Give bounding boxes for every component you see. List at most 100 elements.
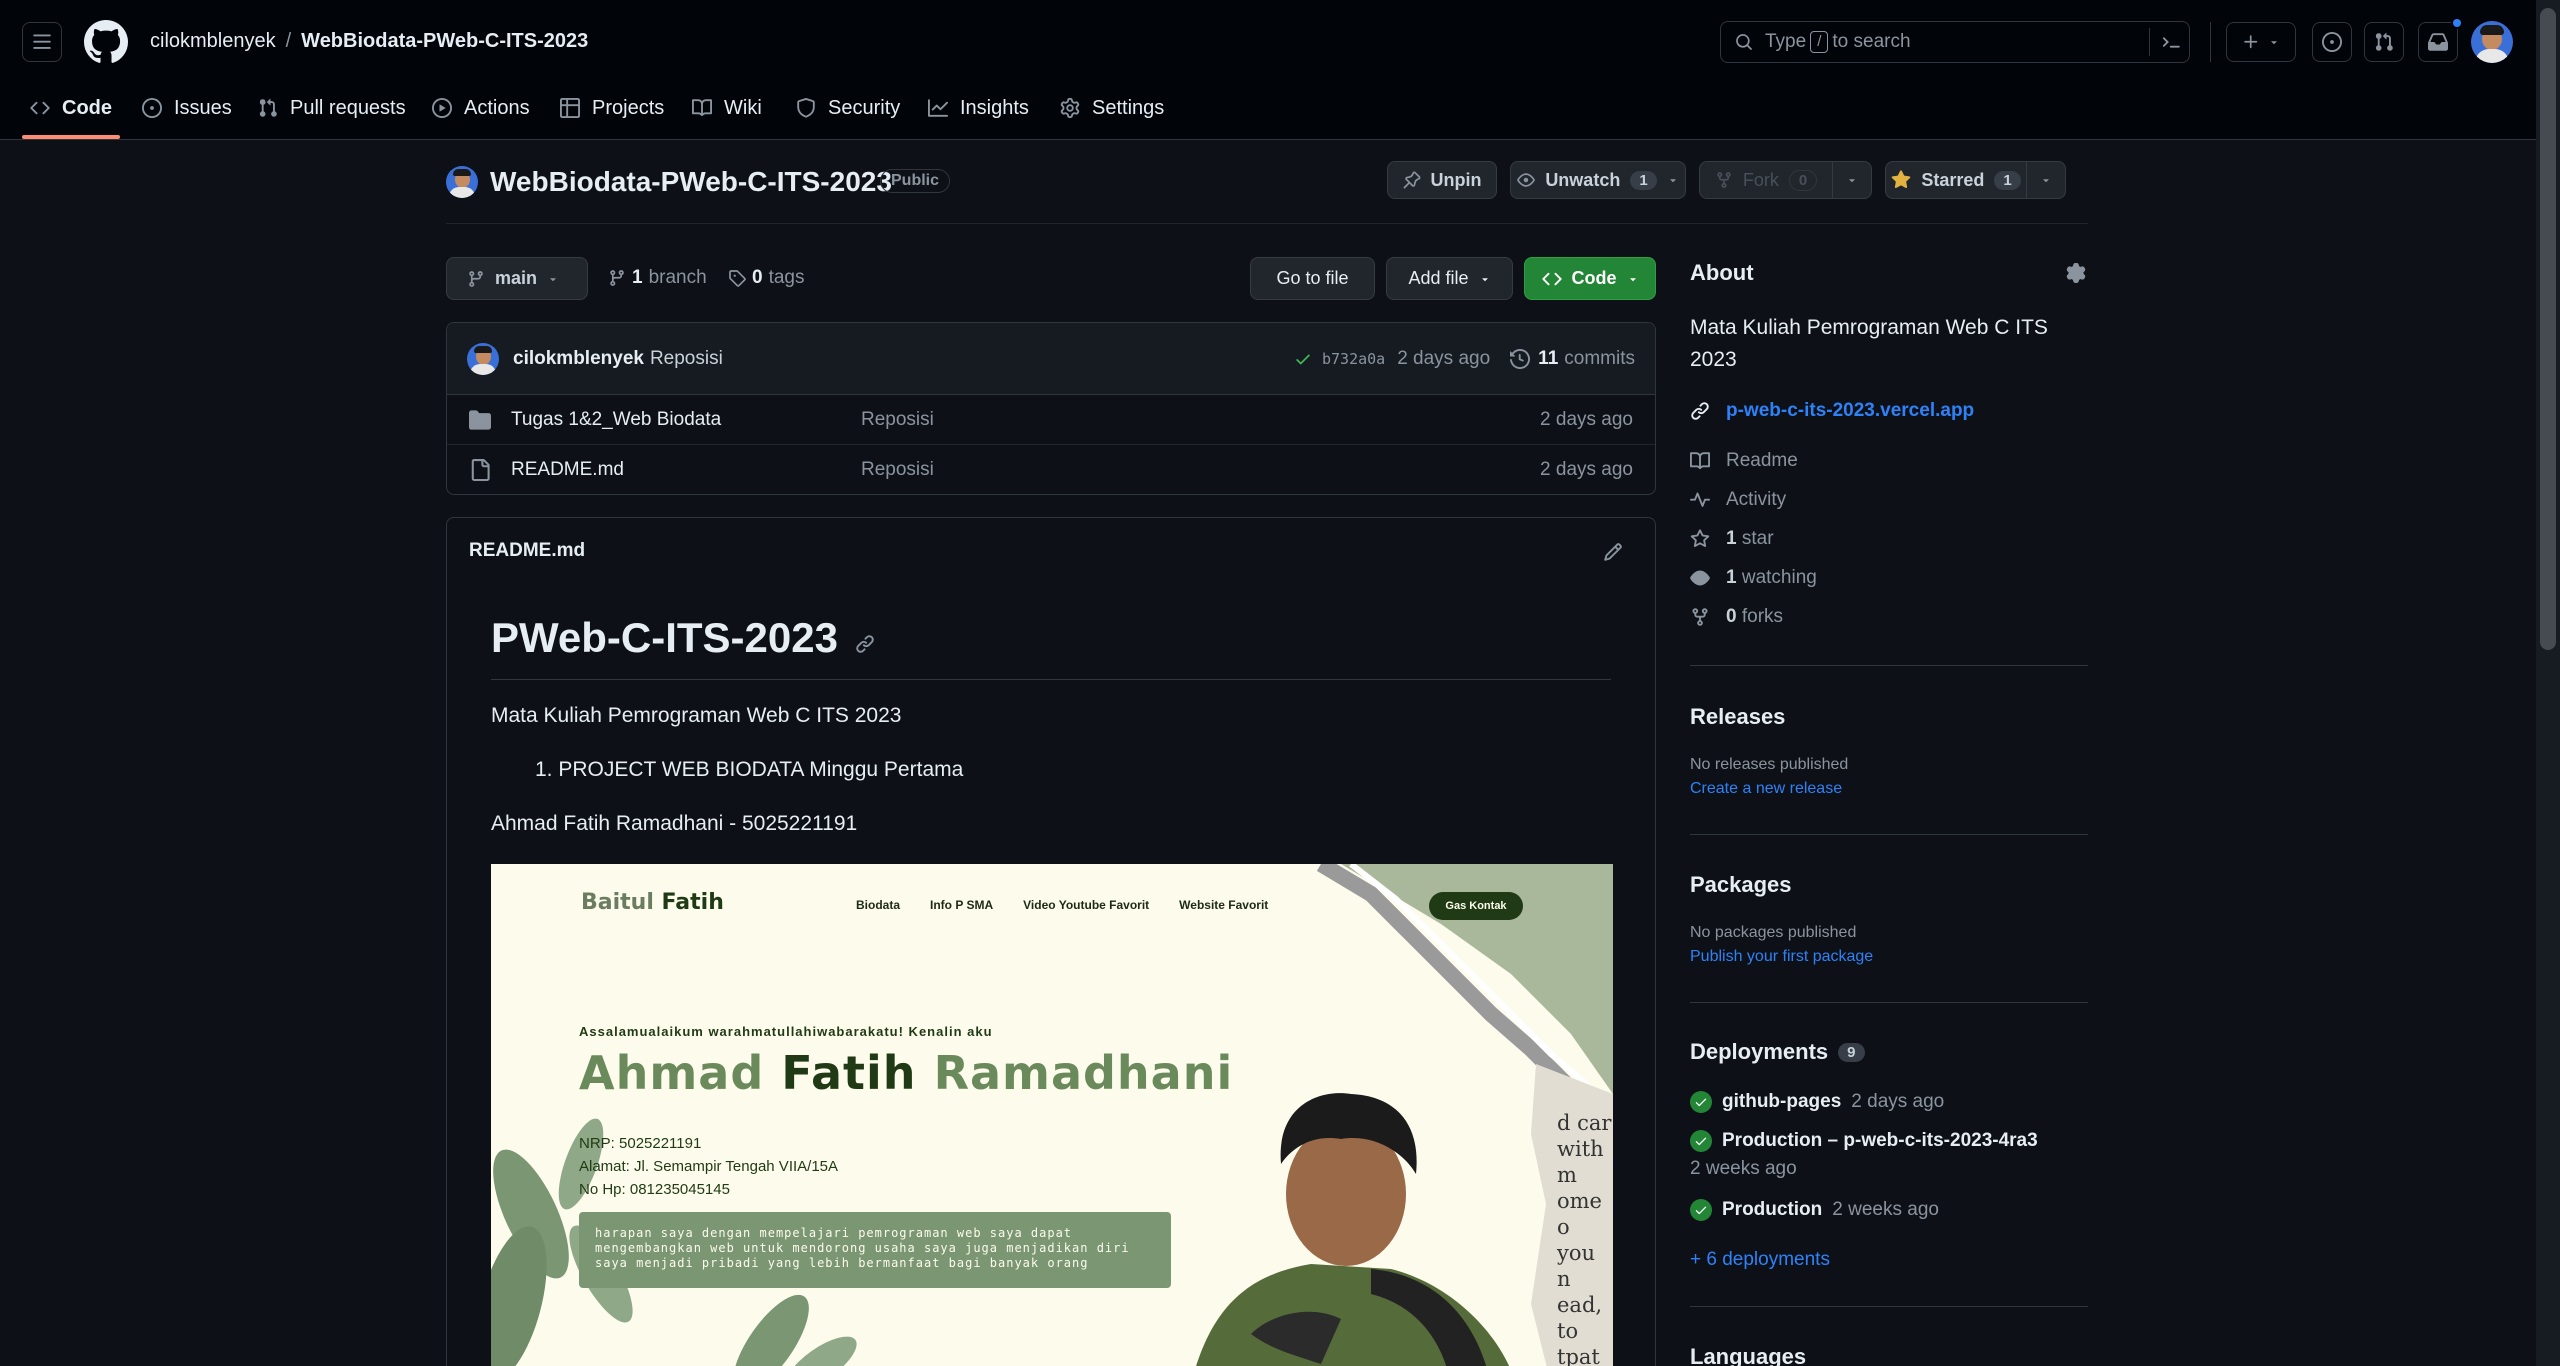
readme-link[interactable]: Readme <box>1690 450 1798 472</box>
tab-issues-label: Issues <box>174 96 232 119</box>
commit-sha[interactable]: b732a0a <box>1322 350 1385 368</box>
anchor-link-icon[interactable] <box>855 634 875 654</box>
tab-wiki-label: Wiki <box>724 96 762 119</box>
search-divider <box>2149 28 2150 56</box>
branches-link[interactable]: 1 branch <box>608 267 707 289</box>
tab-wiki[interactable]: Wiki <box>692 88 762 128</box>
commit-message[interactable]: Reposisi <box>650 348 723 370</box>
tags-link[interactable]: 0 tags <box>728 267 805 289</box>
breadcrumb-separator: / <box>285 30 292 52</box>
fork-button[interactable]: Fork 0 <box>1699 161 1833 199</box>
watchers-link[interactable]: 1 watching <box>1690 567 1817 589</box>
pull-requests-button[interactable] <box>2364 22 2404 62</box>
readme-title: PWeb-C-ITS-2023 <box>491 614 838 661</box>
tab-actions[interactable]: Actions <box>432 88 530 128</box>
deployments-header[interactable]: Deployments 9 <box>1690 1039 1865 1065</box>
releases-heading[interactable]: Releases <box>1690 704 1785 730</box>
avatar[interactable] <box>467 342 499 375</box>
deployment-item[interactable]: Production – p-web-c-its-2023-4ra3 2 wee… <box>1690 1130 2038 1180</box>
preview-brand-b: Fatih <box>661 890 724 915</box>
file-commit-message[interactable]: Reposisi <box>861 459 1540 481</box>
tab-insights-label: Insights <box>960 96 1029 119</box>
activity-link[interactable]: Activity <box>1690 489 1786 511</box>
file-name[interactable]: Tugas 1&2_Web Biodata <box>511 409 861 431</box>
create-new-button[interactable] <box>2226 22 2296 62</box>
sidebar-divider <box>1690 1002 2088 1003</box>
sidebar-divider <box>1690 1306 2088 1307</box>
forks-link[interactable]: 0 forks <box>1690 606 1783 628</box>
more-deployments-link[interactable]: + 6 deployments <box>1690 1249 1830 1271</box>
file-list: cilokmblenyek Reposisi b732a0a 2 days ag… <box>446 322 1656 495</box>
tab-settings[interactable]: Settings <box>1060 88 1164 128</box>
tab-security-label: Security <box>828 96 901 119</box>
go-to-file-button[interactable]: Go to file <box>1250 257 1375 300</box>
gear-icon <box>1060 98 1080 118</box>
gear-icon[interactable] <box>2066 263 2086 283</box>
readme-filename[interactable]: README.md <box>469 540 585 562</box>
command-palette-icon[interactable] <box>2161 32 2181 52</box>
table-row[interactable]: README.md Reposisi 2 days ago <box>447 445 1655 495</box>
packages-heading[interactable]: Packages <box>1690 872 1792 898</box>
deployment-time: 2 weeks ago <box>1690 1158 1797 1179</box>
preview-alamat: Alamat: Jl. Semampir Tengah VIIA/15A <box>579 1158 839 1175</box>
triangle-down-icon <box>1481 277 1488 281</box>
branch-select-button[interactable]: main <box>446 257 588 300</box>
create-release-link[interactable]: Create a new release <box>1690 780 1842 798</box>
search-input[interactable]: Type / to search <box>1720 21 2190 63</box>
check-icon[interactable] <box>1294 350 1312 368</box>
triangle-down-icon <box>2043 179 2049 183</box>
file-commit-message[interactable]: Reposisi <box>861 409 1540 431</box>
menu-button[interactable] <box>22 22 62 62</box>
tag-icon <box>729 270 746 287</box>
triangle-down-icon <box>550 277 556 281</box>
link-icon <box>1691 402 1709 420</box>
file-name[interactable]: README.md <box>511 459 861 481</box>
repo-owner-avatar[interactable] <box>446 166 478 198</box>
tab-security[interactable]: Security <box>796 88 900 128</box>
table-row[interactable]: Tugas 1&2_Web Biodata Reposisi 2 days ag… <box>447 395 1655 445</box>
scrollbar-thumb[interactable] <box>2540 8 2556 650</box>
tab-projects[interactable]: Projects <box>560 88 664 128</box>
commits-label[interactable]: commits <box>1564 348 1635 370</box>
stars-label: star <box>1741 528 1774 549</box>
tab-insights[interactable]: Insights <box>928 88 1029 128</box>
code-dropdown-button[interactable]: Code <box>1524 257 1656 300</box>
starred-button[interactable]: Starred 1 <box>1885 161 2027 199</box>
github-logo-icon[interactable] <box>84 20 128 64</box>
stars-link[interactable]: 1 star <box>1690 528 1774 550</box>
owner-link[interactable]: cilokmblenyek <box>150 30 276 53</box>
repo-title[interactable]: WebBiodata-PWeb-C-ITS-2023 <box>490 166 892 198</box>
check-circle-icon <box>1690 1091 1712 1113</box>
issue-opened-icon <box>2322 32 2342 52</box>
commits-count[interactable]: 11 <box>1538 348 1558 370</box>
deployment-name: github-pages <box>1722 1091 1842 1112</box>
tab-actions-label: Actions <box>464 96 530 119</box>
deployment-item[interactable]: Production 2 weeks ago <box>1690 1199 1939 1221</box>
unpin-label: Unpin <box>1430 169 1482 190</box>
avatar[interactable] <box>2471 21 2513 63</box>
unwatch-button[interactable]: Unwatch 1 <box>1510 161 1686 199</box>
history-icon <box>1510 348 1531 369</box>
check-circle-icon <box>1690 1199 1712 1221</box>
star-list-dropdown-button[interactable] <box>2026 161 2066 199</box>
issues-button[interactable] <box>2312 22 2352 62</box>
stars-count: 1 <box>1726 528 1737 549</box>
fork-label: Fork <box>1742 169 1779 190</box>
website-link[interactable]: p-web-c-its-2023.vercel.app <box>1690 400 1974 422</box>
tab-code[interactable]: Code <box>30 88 112 128</box>
tab-pull-requests[interactable]: Pull requests <box>258 88 406 128</box>
preview-quote: harapan saya dengan mempelajari pemrogra… <box>579 1212 1171 1288</box>
triangle-down-icon <box>1669 179 1676 183</box>
git-pull-request-icon <box>2375 32 2393 51</box>
unpin-button[interactable]: Unpin <box>1387 161 1497 199</box>
deployment-item[interactable]: github-pages 2 days ago <box>1690 1091 1944 1113</box>
inbox-button[interactable] <box>2418 17 2463 62</box>
commit-author[interactable]: cilokmblenyek <box>513 348 644 370</box>
publish-package-link[interactable]: Publish your first package <box>1690 948 1873 966</box>
fork-dropdown-button[interactable] <box>1832 161 1872 199</box>
tab-issues[interactable]: Issues <box>142 88 232 128</box>
add-file-button[interactable]: Add file <box>1386 257 1513 300</box>
deployment-name: Production <box>1722 1199 1823 1220</box>
repo-link[interactable]: WebBiodata-PWeb-C-ITS-2023 <box>301 30 588 53</box>
pencil-icon[interactable] <box>1603 542 1623 562</box>
